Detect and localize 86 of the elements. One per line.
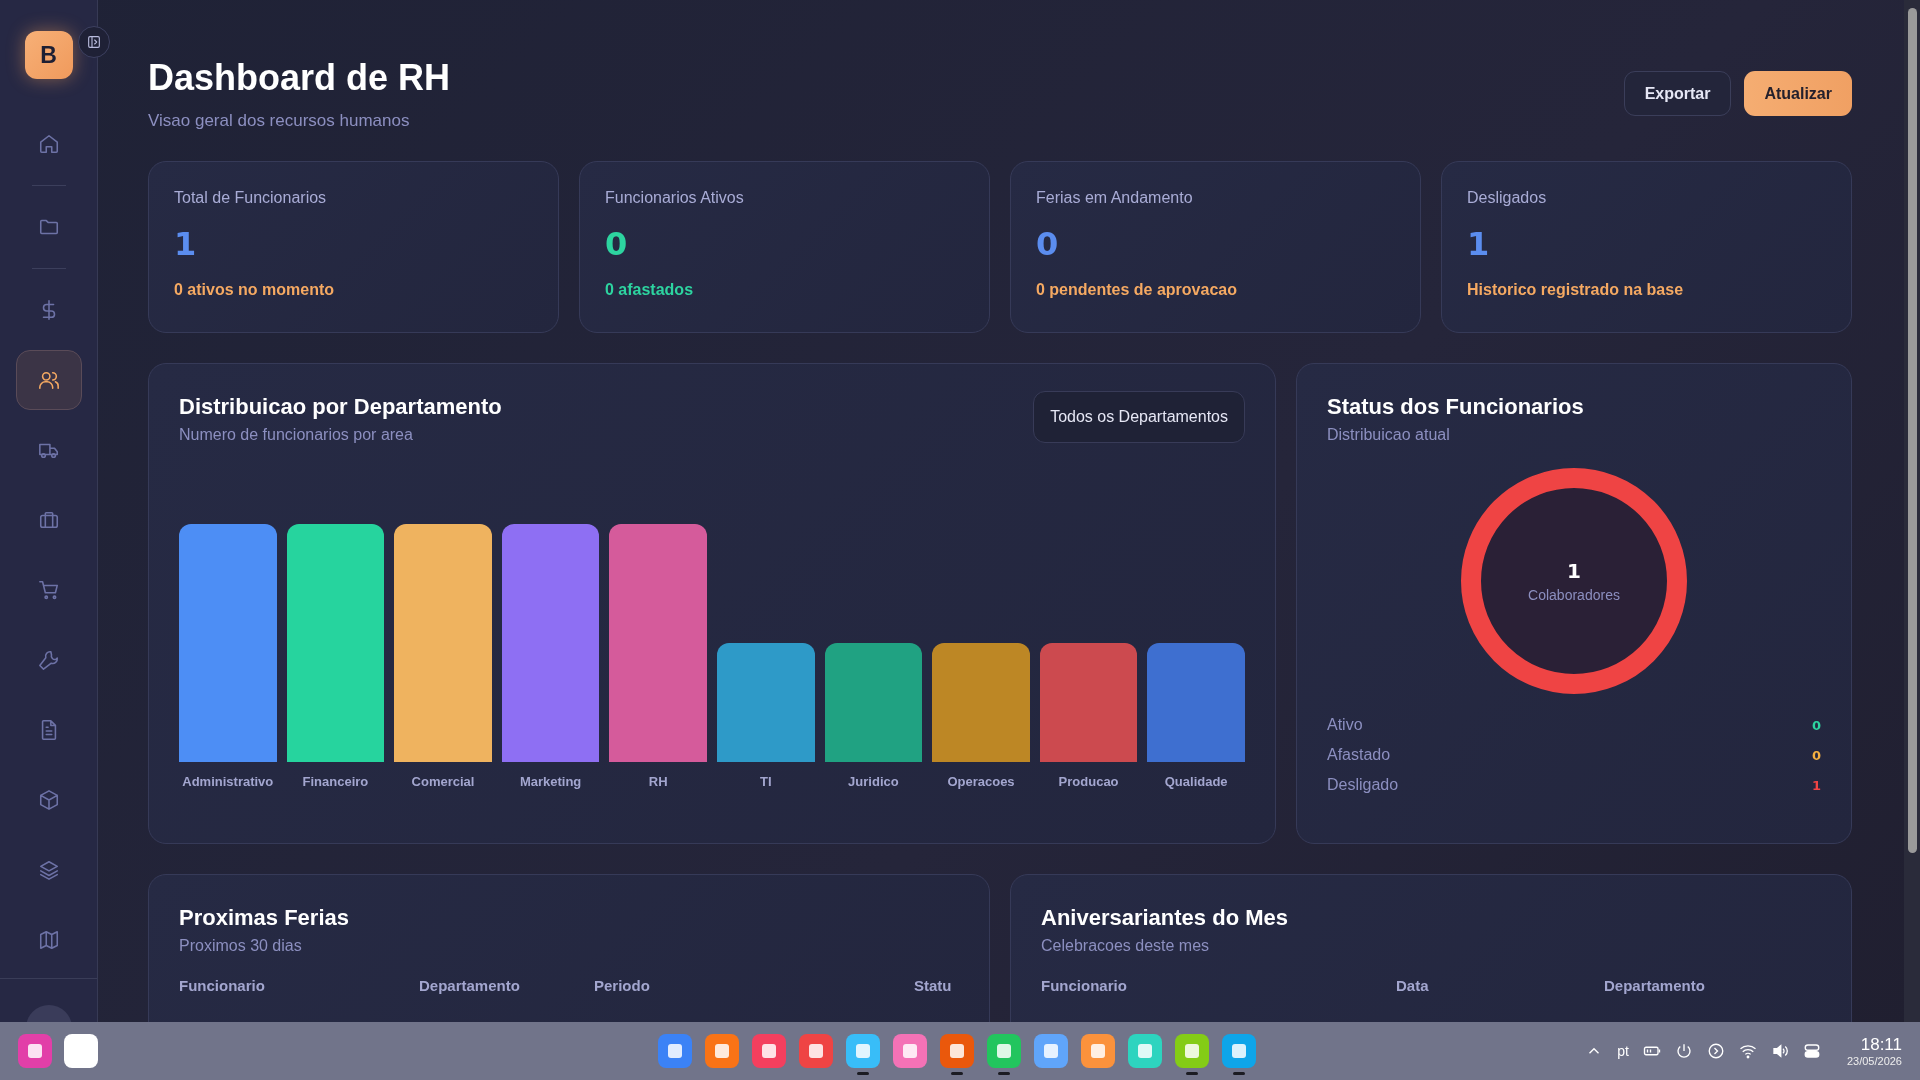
cart-icon [37, 579, 60, 601]
bar-label: Marketing [518, 774, 583, 790]
sidebar-toggle-button[interactable] [78, 26, 110, 58]
stat-note: Historico registrado na base [1467, 281, 1685, 300]
app-icon[interactable] [1034, 1034, 1068, 1068]
wrench-icon [37, 649, 60, 671]
bar-label: Qualidade [1163, 774, 1229, 790]
legend-label: Afastado [1327, 746, 1391, 765]
volume-icon[interactable] [1770, 1042, 1789, 1060]
donut-label: Colaboradores [1528, 587, 1620, 604]
legend-label: Ativo [1327, 716, 1363, 735]
toggles-icon[interactable] [1802, 1042, 1821, 1060]
wifi-icon[interactable] [1738, 1042, 1757, 1060]
stat-value: 1 [174, 225, 198, 264]
stat-value: 0 [1036, 225, 1060, 264]
keyboard-language[interactable]: pt [1617, 1043, 1629, 1059]
department-dropdown[interactable]: Todos os Departamentos [1033, 391, 1245, 444]
panel-icon [86, 34, 102, 50]
card-title: Status dos Funcionarios [1327, 394, 1585, 421]
stat-note: 0 pendentes de aprovacao [1036, 281, 1238, 300]
stat-label: Desligados [1467, 189, 1548, 208]
bar-label: Operacoes [946, 774, 1016, 790]
card-subtitle: Proximos 30 dias [179, 937, 303, 956]
users-icon [37, 369, 60, 391]
refresh-button[interactable]: Atualizar [1744, 71, 1852, 116]
app-icon[interactable] [658, 1034, 692, 1068]
stat-note: 0 afastados [605, 281, 695, 300]
card-title: Aniversariantes do Mes [1041, 905, 1289, 932]
column-header: Funcionario [1041, 977, 1128, 995]
stat-value: 1 [1467, 225, 1491, 264]
briefcase-icon [37, 509, 60, 531]
bar-label: Financeiro [301, 774, 370, 790]
bar-label: TI [759, 774, 773, 790]
home-icon [37, 133, 60, 155]
legend-label: Desligado [1327, 776, 1399, 795]
card-subtitle: Celebracoes deste mes [1041, 937, 1211, 956]
bar-label: Juridico [847, 774, 900, 790]
stat-label: Funcionarios Ativos [605, 189, 745, 208]
card-subtitle: Numero de funcionarios por area [179, 426, 414, 445]
bar-label: Comercial [410, 774, 476, 790]
page-title: Dashboard de RH [148, 56, 451, 100]
bar-label: Administrativo [181, 774, 275, 790]
app-icon[interactable] [940, 1034, 974, 1068]
column-header: Periodo [594, 977, 651, 995]
column-header: Funcionario [179, 977, 266, 995]
app-icon[interactable] [1081, 1034, 1115, 1068]
export-button[interactable]: Exportar [1623, 71, 1732, 116]
nav-item[interactable] [15, 350, 82, 410]
app-icon[interactable] [846, 1034, 880, 1068]
arrow-circle-icon[interactable] [1706, 1042, 1725, 1060]
app-icon[interactable] [987, 1034, 1021, 1068]
app-icon[interactable] [752, 1034, 786, 1068]
clock-date[interactable]: 23/05/2026 [1846, 1055, 1902, 1067]
app-icon[interactable] [799, 1034, 833, 1068]
map-icon [37, 929, 60, 951]
app-icon[interactable] [1222, 1034, 1256, 1068]
column-header: Statu [914, 977, 953, 995]
card-title: Distribuicao por Departamento [179, 394, 502, 421]
card-subtitle: Distribuicao atual [1327, 426, 1451, 445]
app-icon[interactable] [893, 1034, 927, 1068]
legend-value: 0 [1811, 747, 1821, 763]
app-icon[interactable] [18, 1034, 52, 1068]
column-header: Data [1396, 977, 1430, 995]
column-header: Departamento [1604, 977, 1706, 995]
power-icon[interactable] [1674, 1042, 1693, 1060]
stat-label: Ferias em Andamento [1036, 189, 1194, 208]
bar-label: RH [647, 774, 669, 790]
app-icon[interactable] [705, 1034, 739, 1068]
donut-total: 1 [1567, 559, 1581, 584]
app-icon[interactable] [1128, 1034, 1162, 1068]
legend-value: 0 [1811, 717, 1821, 733]
app-icon[interactable] [64, 1034, 98, 1068]
scrollbar[interactable] [1904, 0, 1920, 1022]
column-header: Departamento [419, 977, 521, 995]
stat-label: Total de Funcionarios [174, 189, 328, 208]
clock-time[interactable]: 18:11 [1860, 1035, 1902, 1055]
legend-value: 1 [1811, 777, 1821, 793]
app-icon[interactable] [1175, 1034, 1209, 1068]
stat-value: 0 [605, 225, 629, 264]
stat-note: 0 ativos no momento [174, 281, 336, 300]
layers-icon [37, 859, 60, 881]
page-subtitle: Visao geral dos recursos humanos [148, 111, 411, 132]
logo[interactable]: B [24, 31, 73, 79]
card-title: Proximas Ferias [179, 905, 350, 932]
bar-label: Producao [1057, 774, 1120, 790]
box-icon [37, 789, 60, 811]
